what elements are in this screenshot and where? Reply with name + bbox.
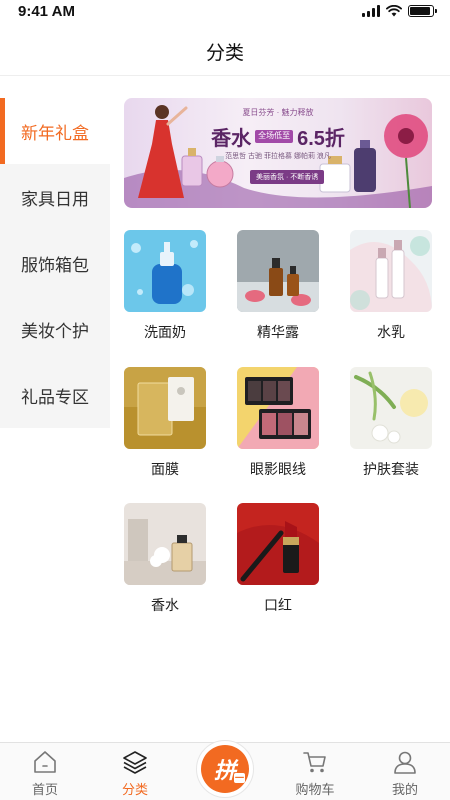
product-name: 水乳 bbox=[377, 324, 405, 340]
banner-cta-button[interactable]: 美丽香氛 · 不断香诱 bbox=[250, 170, 325, 184]
nav-home[interactable]: 首页 bbox=[10, 749, 80, 798]
banner-brands: 范思哲 古驰 菲拉格慕 娜帕莉 浪凡 bbox=[225, 153, 331, 160]
group-buy-badge: 拼 一 bbox=[201, 745, 249, 793]
wifi-icon bbox=[386, 5, 402, 17]
sidebar-item-label: 新年礼盒 bbox=[21, 123, 89, 143]
lipstick-image bbox=[237, 503, 319, 585]
nav-cart[interactable]: 购物车 bbox=[280, 749, 350, 798]
sidebar-item-beauty-care[interactable]: 美妆个护 bbox=[0, 296, 110, 362]
eyeshadow-image bbox=[237, 367, 319, 449]
product-essence[interactable]: 精华露 bbox=[237, 230, 319, 342]
banner-badge: 全场低至 bbox=[255, 130, 294, 143]
banner-discount: 6.5折 bbox=[297, 128, 345, 150]
nav-label: 我的 bbox=[391, 782, 418, 797]
battery-icon bbox=[408, 5, 437, 17]
product-facial-mask[interactable]: 面膜 bbox=[124, 367, 206, 479]
sidebar-item-gift-zone[interactable]: 礼品专区 bbox=[0, 362, 110, 428]
status-icons bbox=[362, 5, 437, 17]
product-name: 香水 bbox=[151, 597, 179, 613]
nav-label: 购物车 bbox=[295, 782, 335, 797]
product-name: 精华露 bbox=[257, 324, 299, 340]
product-lipstick[interactable]: 口红 bbox=[237, 503, 319, 615]
category-icon bbox=[123, 751, 147, 774]
status-bar: 9:41 AM bbox=[0, 0, 450, 24]
sidebar-item-new-year-gift-box[interactable]: 新年礼盒 bbox=[0, 98, 110, 164]
home-icon bbox=[34, 751, 56, 773]
nav-label: 分类 bbox=[121, 782, 148, 797]
skincare-set-image bbox=[350, 367, 432, 449]
product-skincare-set[interactable]: 护肤套装 bbox=[350, 367, 432, 479]
perfume-image bbox=[124, 503, 206, 585]
nav-label: 首页 bbox=[31, 782, 58, 797]
cleanser-image bbox=[124, 230, 206, 312]
product-name: 洗面奶 bbox=[144, 324, 186, 340]
page-title: 分类 bbox=[205, 43, 244, 64]
header: 分类 bbox=[0, 24, 450, 76]
battery-level bbox=[410, 7, 430, 15]
sidebar-item-label: 礼品专区 bbox=[21, 387, 89, 407]
nav-profile[interactable]: 我的 bbox=[370, 749, 440, 798]
sidebar-item-label: 家具日用 bbox=[21, 189, 89, 209]
product-perfume[interactable]: 香水 bbox=[124, 503, 206, 615]
banner-headline: 香水 全场低至 6.5折 bbox=[124, 122, 432, 151]
promo-banner[interactable]: 夏日芬芳 · 魅力释放 香水 全场低至 6.5折 范思哲 古驰 菲拉格慕 娜帕莉… bbox=[124, 98, 432, 208]
product-name: 面膜 bbox=[151, 461, 179, 477]
essence-image bbox=[237, 230, 319, 312]
product-lotion[interactable]: 水乳 bbox=[350, 230, 432, 342]
lotion-image bbox=[350, 230, 432, 312]
signal-icon bbox=[362, 5, 380, 17]
facial-mask-image bbox=[124, 367, 206, 449]
product-name: 眼影眼线 bbox=[250, 461, 306, 477]
user-icon bbox=[394, 751, 416, 774]
category-sidebar: 新年礼盒 家具日用 服饰箱包 美妆个护 礼品专区 bbox=[0, 98, 110, 428]
sidebar-item-apparel-bags[interactable]: 服饰箱包 bbox=[0, 230, 110, 296]
group-buy-label: 拼 bbox=[213, 758, 236, 783]
cart-icon bbox=[303, 752, 326, 773]
banner-title: 香水 bbox=[211, 128, 252, 150]
banner-tagline: 夏日芬芳 · 魅力释放 bbox=[242, 108, 314, 117]
product-eyeshadow[interactable]: 眼影眼线 bbox=[237, 367, 319, 479]
product-name: 护肤套装 bbox=[363, 461, 419, 477]
group-buy-button[interactable]: 拼 一 bbox=[196, 740, 254, 798]
group-buy-sub: 一 bbox=[233, 773, 245, 783]
product-name: 口红 bbox=[264, 597, 292, 613]
sidebar-item-home-goods[interactable]: 家具日用 bbox=[0, 164, 110, 230]
nav-category[interactable]: 分类 bbox=[100, 749, 170, 798]
status-time: 9:41 AM bbox=[18, 3, 75, 20]
product-cleanser[interactable]: 洗面奶 bbox=[124, 230, 206, 342]
sidebar-item-label: 服饰箱包 bbox=[21, 255, 89, 275]
sidebar-item-label: 美妆个护 bbox=[21, 321, 89, 341]
